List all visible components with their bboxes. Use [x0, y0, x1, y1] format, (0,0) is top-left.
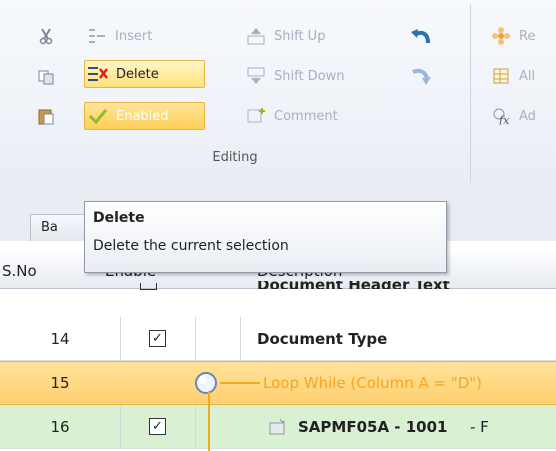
tab-document[interactable]: Ba — [30, 214, 90, 241]
comment-label: Comment — [274, 108, 338, 124]
comment-icon — [245, 105, 267, 127]
row-sno: 15 — [50, 374, 70, 392]
insert-label: Insert — [115, 28, 153, 44]
redo-icon — [410, 65, 432, 87]
next-group-label-3: Ad — [519, 108, 536, 124]
enabled-toggle[interactable]: Enabled — [84, 102, 205, 130]
shift-up-button[interactable]: Shift Up — [245, 22, 325, 50]
next-group-button-1[interactable]: Re — [490, 22, 535, 50]
undo-icon — [410, 25, 432, 47]
next-group-label-2: All — [519, 68, 536, 84]
row-description: SAPMF05A - 1001 — [298, 417, 448, 436]
insert-icon — [86, 25, 108, 47]
screen-icon — [268, 405, 288, 448]
loop-label: Loop While (Column A = "D") — [263, 374, 483, 392]
table-row-loop[interactable]: 15 Loop While (Column A = "D") — [0, 361, 556, 405]
row-enable-cell: ✓ — [120, 405, 195, 448]
shift-down-icon — [245, 65, 267, 87]
tooltip-description: Delete the current selection — [93, 238, 289, 254]
enable-checkbox[interactable]: ✓ — [149, 418, 166, 435]
shift-down-button[interactable]: Shift Down — [245, 62, 345, 90]
copy-icon — [35, 65, 57, 87]
delete-button[interactable]: Delete — [84, 60, 205, 88]
copy-button[interactable] — [35, 62, 57, 90]
col-divider — [240, 317, 241, 360]
svg-text:fx: fx — [498, 114, 510, 125]
row-enable-cell: ✓ — [120, 317, 195, 360]
grid-icon — [490, 65, 512, 87]
row-sno: 16 — [50, 417, 70, 436]
table-row[interactable]: 16 ✓ SAPMF05A - 1001 - F — [0, 391, 556, 451]
shift-up-label: Shift Up — [274, 28, 326, 44]
enable-checkbox[interactable]: ✓ — [149, 330, 166, 347]
col-divider — [195, 405, 196, 448]
ribbon: Insert Delete Enabled Shift Up Shift Dow… — [0, 0, 556, 186]
table-row[interactable]: 14 ✓ Document Type — [0, 317, 556, 361]
cut-button[interactable] — [35, 22, 57, 50]
col-divider — [195, 317, 196, 360]
next-group-label-1: Re — [519, 28, 536, 44]
partial-row-checkbox — [140, 283, 157, 290]
function-icon: fx — [490, 105, 512, 127]
delete-tooltip: Delete Delete the current selection — [84, 201, 447, 273]
next-group-button-3[interactable]: fx Ad — [490, 102, 536, 130]
checkmark-icon — [87, 105, 109, 127]
redo-button[interactable] — [410, 62, 432, 90]
delete-label: Delete — [116, 66, 159, 82]
insert-button[interactable]: Insert — [86, 22, 152, 50]
paste-button[interactable] — [35, 102, 57, 130]
comment-button[interactable]: Comment — [245, 102, 338, 130]
row-description-suffix: - F — [470, 417, 489, 436]
flower-icon — [490, 25, 512, 47]
loop-connector — [220, 362, 262, 404]
column-header-sno[interactable]: S.No — [2, 253, 60, 288]
table-row-partial — [0, 289, 556, 291]
delete-icon — [87, 63, 109, 85]
group-separator — [470, 4, 471, 182]
loop-node-icon — [192, 362, 222, 404]
editing-group-label: Editing — [212, 150, 258, 165]
paste-icon — [35, 105, 57, 127]
next-group-button-2[interactable]: All — [490, 62, 535, 90]
row-sno: 14 — [50, 329, 70, 348]
enabled-label: Enabled — [116, 108, 169, 124]
shift-down-label: Shift Down — [274, 68, 345, 84]
loop-vertical-connector — [208, 391, 212, 451]
tooltip-title: Delete — [93, 210, 145, 226]
scissors-icon — [35, 25, 57, 47]
undo-button[interactable] — [410, 22, 432, 50]
row-description: Document Type — [257, 329, 388, 348]
partial-row-text: Document Header Text — [257, 281, 450, 289]
shift-up-icon — [245, 25, 267, 47]
